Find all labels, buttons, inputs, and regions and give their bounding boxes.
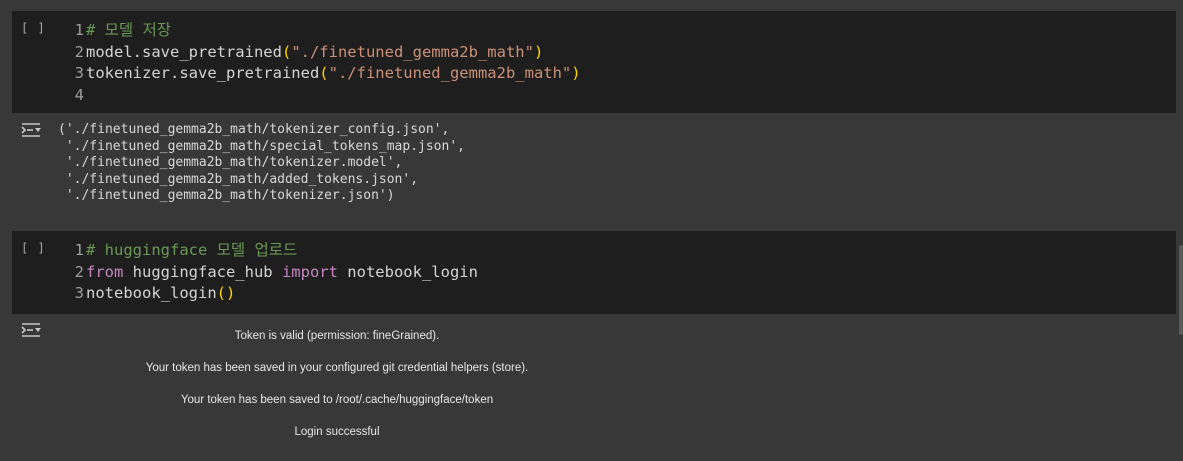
code-token: model.save_pretrained bbox=[86, 42, 282, 61]
line-number: 1 bbox=[74, 21, 84, 39]
code-line[interactable]: 3 tokenizer.save_pretrained("./finetuned_… bbox=[70, 63, 581, 85]
code-token: "./finetuned_gemma2b_math" bbox=[328, 64, 572, 82]
code-token: "./finetuned_gemma2b_math" bbox=[291, 42, 534, 61]
login-output-line: Token is valid (permission: fineGrained)… bbox=[234, 330, 440, 342]
cell-output-1: ('./finetuned_gemma2b_math/tokenizer_con… bbox=[58, 122, 465, 203]
code-token: from bbox=[86, 262, 124, 281]
code-token: notebook_login bbox=[337, 262, 478, 281]
code-cell-2[interactable]: [ ] 1 # huggingface 모델 업로드 2 from huggingfa… bbox=[12, 231, 1176, 314]
code-line[interactable]: 3 notebook_login() bbox=[70, 283, 478, 305]
code-token: notebook_login bbox=[86, 284, 217, 302]
code-token: ) bbox=[533, 42, 544, 61]
code-token: () bbox=[216, 284, 236, 302]
code-line[interactable]: 4 bbox=[70, 85, 581, 107]
code-token: ( bbox=[319, 64, 329, 82]
output-collapse-icon[interactable] bbox=[20, 122, 42, 143]
code-editor-1[interactable]: 1 # 모델 저장 2 model.save_pretrained("./finetu… bbox=[70, 20, 581, 106]
run-cell-button[interactable]: [ ] bbox=[21, 21, 46, 35]
code-token: # huggingface 모델 업로드 bbox=[86, 241, 298, 259]
code-editor-2[interactable]: 1 # huggingface 모델 업로드 2 from huggingface_h… bbox=[70, 240, 478, 305]
code-line[interactable]: 1 # huggingface 모델 업로드 bbox=[70, 240, 478, 262]
line-number: 1 bbox=[74, 241, 84, 259]
login-output-line: Your token has been saved in your config… bbox=[145, 362, 529, 374]
code-token: huggingface_hub bbox=[123, 262, 282, 281]
code-token: ) bbox=[571, 64, 581, 82]
code-token: import bbox=[281, 262, 338, 281]
code-token: # 모델 저장 bbox=[86, 21, 172, 39]
run-cell-button[interactable]: [ ] bbox=[21, 241, 46, 255]
line-number: 2 bbox=[74, 42, 84, 61]
line-number: 3 bbox=[74, 64, 84, 82]
line-number: 3 bbox=[74, 284, 84, 302]
scrollbar[interactable] bbox=[1179, 245, 1183, 335]
line-number: 4 bbox=[74, 85, 84, 104]
login-output-line: Your token has been saved to /root/.cach… bbox=[180, 394, 494, 406]
line-number: 2 bbox=[74, 262, 84, 281]
code-token: tokenizer.save_pretrained bbox=[86, 64, 320, 82]
code-line[interactable]: 1 # 모델 저장 bbox=[70, 20, 581, 42]
code-line[interactable]: 2 model.save_pretrained("./finetuned_gemm… bbox=[70, 42, 581, 64]
code-cell-1[interactable]: [ ] 1 # 모델 저장 2 model.save_pretrained("./fi… bbox=[12, 11, 1176, 113]
code-token: ( bbox=[281, 42, 292, 61]
code-line[interactable]: 2 from huggingface_hub import notebook_lo… bbox=[70, 262, 478, 284]
login-output-line: Login successful bbox=[294, 426, 380, 438]
